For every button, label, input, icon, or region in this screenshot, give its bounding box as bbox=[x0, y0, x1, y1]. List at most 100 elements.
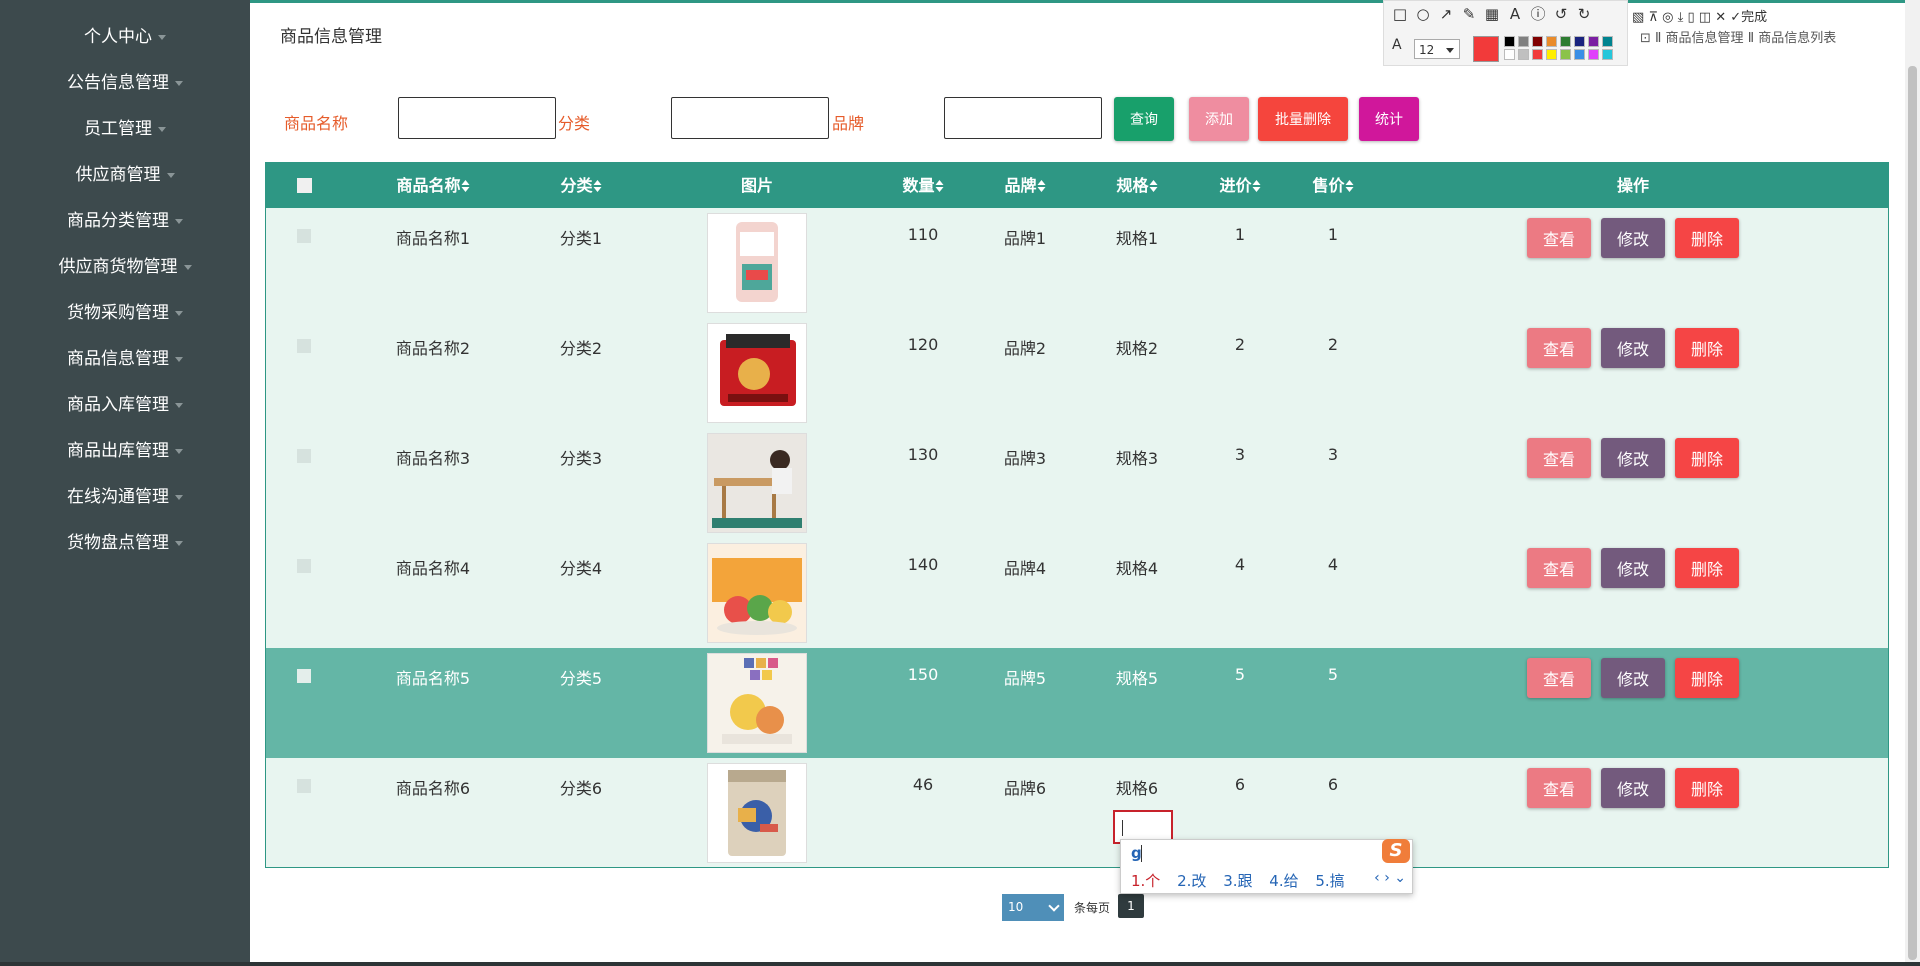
row-checkbox[interactable] bbox=[297, 339, 311, 353]
column-header-sale-price[interactable]: 售价 bbox=[1312, 163, 1354, 208]
color-swatch[interactable] bbox=[1518, 49, 1529, 60]
sidebar-item-label: 在线沟通管理 bbox=[67, 487, 169, 507]
device-icon[interactable]: ▯ bbox=[1687, 10, 1694, 25]
sidebar-item-personal-center[interactable]: 个人中心 bbox=[0, 18, 250, 64]
rectangle-tool-icon[interactable]: □ bbox=[1392, 6, 1408, 22]
batch-delete-button[interactable]: 批量删除 bbox=[1258, 97, 1348, 141]
column-header-spec[interactable]: 规格 bbox=[1116, 163, 1158, 208]
redo-icon[interactable]: ↻ bbox=[1576, 6, 1592, 22]
mosaic-tool-icon[interactable]: ▦ bbox=[1484, 6, 1500, 22]
sidebar-item-notice[interactable]: 公告信息管理 bbox=[0, 64, 250, 110]
page-size-select[interactable]: 10 bbox=[1002, 894, 1064, 921]
view-button[interactable]: 查看 bbox=[1527, 438, 1591, 478]
sidebar-item-supplier[interactable]: 供应商管理 bbox=[0, 156, 250, 202]
row-checkbox[interactable] bbox=[297, 669, 311, 683]
sidebar-item-staff[interactable]: 员工管理 bbox=[0, 110, 250, 156]
color-swatch[interactable] bbox=[1504, 36, 1515, 47]
edit-button[interactable]: 修改 bbox=[1601, 658, 1665, 698]
color-swatch[interactable] bbox=[1574, 36, 1585, 47]
name-search-input[interactable] bbox=[398, 97, 556, 139]
view-button[interactable]: 查看 bbox=[1527, 658, 1591, 698]
select-all-checkbox[interactable] bbox=[297, 178, 312, 193]
ime-candidate[interactable]: 2.改 bbox=[1177, 872, 1206, 890]
edit-button[interactable]: 修改 bbox=[1601, 438, 1665, 478]
edit-button[interactable]: 修改 bbox=[1601, 768, 1665, 808]
view-button[interactable]: 查看 bbox=[1527, 548, 1591, 588]
table-row: 商品名称6 分类6 46 品牌6 规格6 6 6 查看 修改 删除 bbox=[266, 758, 1888, 868]
query-button[interactable]: 查询 bbox=[1114, 97, 1174, 141]
color-swatch[interactable] bbox=[1588, 36, 1599, 47]
row-checkbox[interactable] bbox=[297, 559, 311, 573]
sidebar-item-purchase[interactable]: 货物采购管理 bbox=[0, 294, 250, 340]
color-swatch[interactable] bbox=[1602, 49, 1613, 60]
sidebar-item-supplier-goods[interactable]: 供应商货物管理 bbox=[0, 248, 250, 294]
column-header-category[interactable]: 分类 bbox=[560, 163, 602, 208]
sidebar-item-inventory[interactable]: 货物盘点管理 bbox=[0, 524, 250, 570]
arrow-tool-icon[interactable]: ↗ bbox=[1438, 6, 1454, 22]
color-swatch[interactable] bbox=[1546, 49, 1557, 60]
category-search-input[interactable] bbox=[671, 97, 829, 139]
sidebar-item-stock-in[interactable]: 商品入库管理 bbox=[0, 386, 250, 432]
font-size-select[interactable]: 12 bbox=[1414, 39, 1460, 59]
ime-candidate[interactable]: 4.给 bbox=[1269, 872, 1298, 890]
sidebar-item-stock-out[interactable]: 商品出库管理 bbox=[0, 432, 250, 478]
edit-button[interactable]: 修改 bbox=[1601, 218, 1665, 258]
stats-button[interactable]: 统计 bbox=[1359, 97, 1419, 141]
font-icon: A bbox=[1392, 37, 1402, 53]
color-swatch[interactable] bbox=[1546, 36, 1557, 47]
edit-button[interactable]: 修改 bbox=[1601, 328, 1665, 368]
ellipse-tool-icon[interactable]: ○ bbox=[1415, 6, 1431, 22]
current-color-swatch[interactable] bbox=[1473, 36, 1499, 62]
delete-button[interactable]: 删除 bbox=[1675, 548, 1739, 588]
color-swatch[interactable] bbox=[1504, 49, 1515, 60]
column-header-quantity[interactable]: 数量 bbox=[902, 163, 944, 208]
color-swatch[interactable] bbox=[1560, 36, 1571, 47]
done-button[interactable]: ✓完成 bbox=[1730, 10, 1767, 25]
color-swatch[interactable] bbox=[1574, 49, 1585, 60]
scrollbar-thumb[interactable] bbox=[1908, 66, 1917, 960]
edit-button[interactable]: 修改 bbox=[1601, 548, 1665, 588]
ime-candidate[interactable]: 3.跟 bbox=[1223, 872, 1252, 890]
delete-button[interactable]: 删除 bbox=[1675, 658, 1739, 698]
save-icon[interactable]: ⤓ bbox=[1678, 10, 1684, 25]
brand-cell: 品牌4 bbox=[1003, 559, 1047, 578]
delete-button[interactable]: 删除 bbox=[1675, 218, 1739, 258]
color-swatch[interactable] bbox=[1602, 36, 1613, 47]
undo-icon[interactable]: ↺ bbox=[1553, 6, 1569, 22]
sidebar-item-category[interactable]: 商品分类管理 bbox=[0, 202, 250, 248]
color-swatch[interactable] bbox=[1588, 49, 1599, 60]
brand-search-input[interactable] bbox=[944, 97, 1102, 139]
row-checkbox[interactable] bbox=[297, 229, 311, 243]
view-button[interactable]: 查看 bbox=[1527, 218, 1591, 258]
ocr-icon[interactable]: ◎ bbox=[1662, 10, 1673, 25]
delete-button[interactable]: 删除 bbox=[1675, 768, 1739, 808]
pin-icon[interactable]: ⊼ bbox=[1648, 10, 1658, 25]
column-header-purchase-price[interactable]: 进价 bbox=[1219, 163, 1261, 208]
color-swatch[interactable] bbox=[1560, 49, 1571, 60]
pen-tool-icon[interactable]: ✎ bbox=[1461, 6, 1477, 22]
sidebar-item-chat[interactable]: 在线沟通管理 bbox=[0, 478, 250, 524]
view-button[interactable]: 查看 bbox=[1527, 328, 1591, 368]
ime-page-nav[interactable]: ‹ › ⌄ bbox=[1374, 870, 1406, 886]
row-checkbox[interactable] bbox=[297, 449, 311, 463]
column-header-name[interactable]: 商品名称 bbox=[396, 163, 470, 208]
text-tool-icon[interactable]: A bbox=[1507, 6, 1523, 22]
add-button[interactable]: 添加 bbox=[1189, 97, 1249, 141]
row-checkbox[interactable] bbox=[297, 779, 311, 793]
delete-button[interactable]: 删除 bbox=[1675, 328, 1739, 368]
color-swatch[interactable] bbox=[1532, 36, 1543, 47]
ime-candidate[interactable]: 1.个 bbox=[1131, 872, 1160, 890]
view-button[interactable]: 查看 bbox=[1527, 768, 1591, 808]
sidebar-item-product-info[interactable]: 商品信息管理 bbox=[0, 340, 250, 386]
info-icon[interactable]: ⓘ bbox=[1530, 6, 1546, 22]
delete-button[interactable]: 删除 bbox=[1675, 438, 1739, 478]
close-icon[interactable]: ✕ bbox=[1715, 10, 1726, 25]
column-header-brand[interactable]: 品牌 bbox=[1004, 163, 1046, 208]
color-swatch[interactable] bbox=[1518, 36, 1529, 47]
chevron-down-icon bbox=[175, 402, 183, 408]
bookmark-icon[interactable]: ◫ bbox=[1699, 10, 1711, 25]
page-button-current[interactable]: 1 bbox=[1118, 894, 1144, 918]
mosaic-icon[interactable]: ▧ bbox=[1632, 10, 1644, 25]
color-swatch[interactable] bbox=[1532, 49, 1543, 60]
ime-candidate[interactable]: 5.搞 bbox=[1315, 872, 1344, 890]
